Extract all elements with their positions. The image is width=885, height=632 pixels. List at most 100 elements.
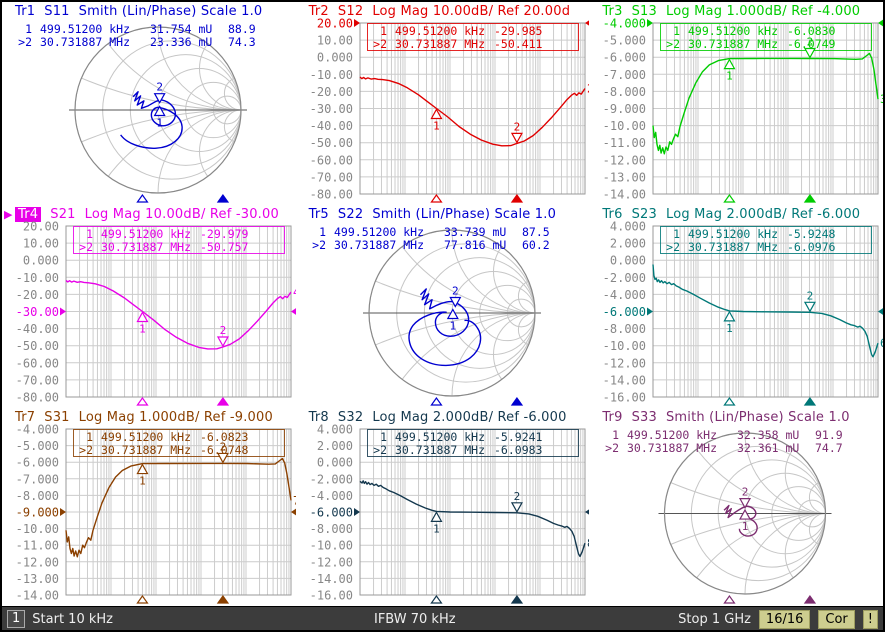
marker-1-position[interactable] [137, 398, 147, 405]
marker-1-label: 1 [449, 320, 456, 333]
smith-chart[interactable]: 1499.51200 kHz31.754 mU88.9>230.731887 M… [2, 21, 295, 205]
marker-2-label: 2 [156, 81, 163, 94]
trace-title[interactable]: Tr1S11Smith (Lin/Phase) Scale 1.0 [2, 2, 296, 21]
status-bar: 1 Start 10 kHz IFBW 70 kHz Stop 1 GHz 16… [2, 606, 883, 631]
marker-readout-value: -29.979 [200, 227, 249, 241]
marker-1-position[interactable] [725, 195, 735, 202]
marker-1-position[interactable] [431, 195, 441, 202]
marker-2-position[interactable] [512, 195, 522, 202]
trace-curve[interactable] [409, 289, 481, 365]
marker-1-position[interactable] [431, 596, 441, 603]
trace-panel-tr8[interactable]: Tr8S32Log Mag 2.000dB/ Ref -6.0004.0002.… [296, 408, 590, 606]
trace-title[interactable]: Tr5S22Smith (Lin/Phase) Scale 1.0 [296, 205, 590, 224]
trace-panel-tr7[interactable]: Tr7S31Log Mag 1.000dB/ Ref -9.000-4.000-… [2, 408, 296, 606]
marker-readout-value: -5.9241 [494, 430, 543, 444]
y-axis-label: -12.00 [309, 555, 352, 569]
marker-readout-label: >2 [312, 238, 326, 252]
rectangular-plot[interactable]: -4.000-5.000-6.000-7.000-8.000-9.000-10.… [2, 427, 295, 606]
ref-level-arrow-left[interactable] [647, 19, 653, 27]
rectangular-plot[interactable]: -4.000-5.000-6.000-7.000-8.000-9.000-10.… [589, 21, 882, 205]
marker-2-position[interactable] [805, 398, 815, 405]
marker-1-position[interactable] [137, 596, 147, 603]
marker-2[interactable] [218, 337, 228, 346]
ref-level-arrow-left[interactable] [60, 308, 66, 316]
marker-1[interactable] [740, 510, 750, 519]
marker-1[interactable] [447, 310, 457, 319]
rectangular-plot[interactable]: 20.0010.000.000-10.00-20.00-30.00-40.00-… [2, 224, 295, 408]
y-axis-label: -8.000 [309, 522, 352, 536]
y-axis-label: 4.000 [610, 220, 646, 234]
trace-panel-tr1[interactable]: Tr1S11Smith (Lin/Phase) Scale 1.01499.51… [2, 2, 296, 205]
marker-1-position[interactable] [725, 596, 735, 603]
y-axis-label: 0.000 [317, 456, 353, 470]
marker-2-position[interactable] [805, 596, 815, 603]
marker-2[interactable] [805, 302, 815, 311]
rectangular-plot[interactable]: 4.0002.0000.000-2.000-4.000-6.000-8.000-… [589, 224, 882, 408]
ref-level-arrow-left[interactable] [647, 308, 653, 316]
marker-readout-freq: 499.51200 kHz [688, 227, 778, 241]
marker-2[interactable] [512, 133, 522, 142]
y-axis-label: -4.000 [603, 17, 646, 31]
trace-panel-tr9[interactable]: Tr9S33Smith (Lin/Phase) Scale 1.01499.51… [589, 408, 883, 606]
marker-2[interactable] [512, 503, 522, 512]
rectangular-plot[interactable]: 4.0002.0000.000-2.000-4.000-6.000-8.000-… [296, 427, 589, 606]
marker-1-position[interactable] [725, 398, 735, 405]
smith-chart[interactable]: 1499.51200 kHz33.739 mU87.5>230.731887 M… [296, 224, 589, 408]
trace-curve[interactable] [653, 265, 878, 357]
channel-badge[interactable]: 1 [7, 610, 25, 628]
marker-readout-freq: 30.731887 MHz [627, 441, 717, 455]
trace-panel-tr4[interactable]: ▶Tr4S21Log Mag 10.00dB/ Ref -30.0020.001… [2, 205, 296, 408]
marker-readout-value: -5.9248 [787, 227, 836, 241]
trace-panel-tr6[interactable]: Tr6S23Log Mag 2.000dB/ Ref -6.0004.0002.… [589, 205, 883, 408]
trace-curve[interactable] [66, 459, 291, 557]
trace-curve[interactable] [360, 77, 585, 146]
marker-readout-label: 1 [380, 24, 387, 38]
marker-2-position[interactable] [218, 195, 228, 202]
trace-panel-tr3[interactable]: Tr3S13Log Mag 1.000dB/ Ref -4.000-4.000-… [589, 2, 883, 205]
ref-level-arrow-left[interactable] [60, 508, 66, 516]
marker-2-label: 2 [513, 490, 520, 503]
trace-plot-area: -4.000-5.000-6.000-7.000-8.000-9.000-10.… [589, 21, 883, 205]
marker-readout-freq: 30.731887 MHz [40, 35, 130, 49]
trace-curve[interactable] [66, 280, 291, 349]
marker-readout-label: >2 [18, 35, 32, 49]
marker-2-position[interactable] [218, 398, 228, 405]
trace-title[interactable]: Tr9S33Smith (Lin/Phase) Scale 1.0 [589, 408, 883, 427]
ref-level-arrow-right[interactable] [878, 308, 883, 316]
ref-level-arrow-left[interactable] [354, 19, 360, 27]
marker-2-position[interactable] [805, 195, 815, 202]
smith-chart[interactable]: 1499.51200 kHz32.358 mU91.9>230.731887 M… [589, 427, 882, 606]
ref-level-arrow-left[interactable] [354, 508, 360, 516]
marker-2-position[interactable] [512, 596, 522, 603]
ref-level-arrow-right[interactable] [878, 19, 883, 27]
y-axis-label: -40.00 [16, 322, 59, 336]
trace-grid: Tr1S11Smith (Lin/Phase) Scale 1.01499.51… [2, 2, 883, 606]
marker-1-position[interactable] [137, 195, 147, 202]
marker-readout-freq: 30.731887 MHz [334, 238, 424, 252]
marker-readout-phase: 60.2 [522, 238, 550, 252]
trace-plot-area: 20.0010.000.000-10.00-20.00-30.00-40.00-… [296, 21, 590, 205]
marker-readout-phase: 91.9 [815, 428, 843, 442]
y-axis-label: -70.00 [16, 373, 59, 387]
marker-2-position[interactable] [218, 596, 228, 603]
y-axis-label: -4.000 [16, 423, 59, 437]
trace-number-label: 3 [880, 92, 883, 106]
marker-2[interactable] [218, 453, 228, 462]
marker-readout-label: >2 [666, 240, 680, 254]
marker-readout-value: -50.411 [494, 37, 543, 51]
trace-curve[interactable] [653, 53, 878, 153]
y-axis-label: -8.000 [603, 85, 646, 99]
marker-readout-label: >2 [666, 37, 680, 51]
marker-1-label: 1 [726, 70, 733, 83]
warning-badge: ! [863, 610, 878, 629]
ifbw-label: IFBW 70 kHz [374, 612, 456, 627]
marker-2-position[interactable] [512, 398, 522, 405]
reactance-arc [2, 110, 296, 205]
marker-1-position[interactable] [431, 398, 441, 405]
marker-2-label: 2 [452, 285, 459, 298]
marker-2[interactable] [805, 48, 815, 57]
rectangular-plot[interactable]: 20.0010.000.000-10.00-20.00-30.00-40.00-… [296, 21, 589, 205]
trace-panel-tr5[interactable]: Tr5S22Smith (Lin/Phase) Scale 1.01499.51… [296, 205, 590, 408]
trace-panel-tr2[interactable]: Tr2S12Log Mag 10.00dB/ Ref 20.00d20.0010… [296, 2, 590, 205]
y-axis-label: -60.00 [16, 356, 59, 370]
